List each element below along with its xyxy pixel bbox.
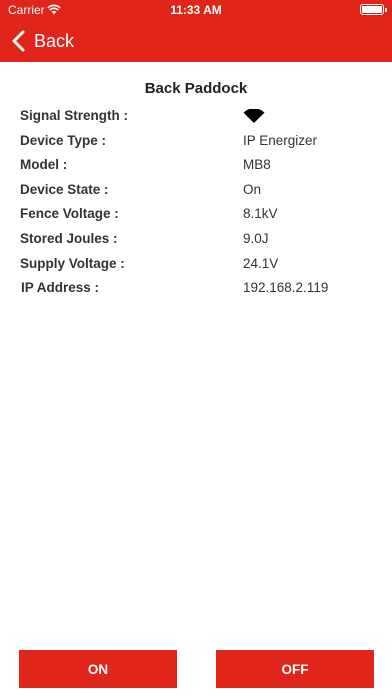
detail-row-stored-joules: Stored Joules : 9.0J [0, 227, 392, 252]
detail-value: On [243, 181, 262, 197]
status-time: 11:33 AM [170, 3, 222, 17]
battery-icon [360, 4, 387, 15]
chevron-left-icon [12, 30, 25, 52]
detail-value: MB8 [243, 157, 271, 173]
detail-label: Fence Voltage : [20, 206, 119, 222]
detail-label: Device State : [20, 181, 109, 197]
navigation-header: Carrier 11:33 AM Back [0, 0, 392, 62]
detail-value: 8.1kV [243, 206, 278, 222]
detail-row-device-state: Device State : On [0, 178, 392, 203]
detail-value: IP Energizer [243, 132, 318, 148]
detail-value: 9.0J [243, 230, 269, 246]
detail-row-supply-voltage: Supply Voltage : 24.1V [0, 252, 392, 277]
off-button[interactable]: OFF [216, 650, 374, 688]
detail-row-signal-strength: Signal Strength : [0, 104, 392, 129]
detail-row-model: Model : MB8 [0, 153, 392, 178]
back-label: Back [34, 30, 75, 51]
detail-value: 192.168.2.119 [243, 280, 329, 296]
detail-row-ip-address: IP Address : 192.168.2.119 [0, 276, 392, 301]
status-bar: Carrier 11:33 AM [0, 0, 392, 20]
detail-label: Model : [20, 157, 68, 173]
detail-label: Stored Joules : [20, 230, 118, 246]
wifi-signal-icon [243, 109, 265, 123]
detail-label: IP Address : [21, 280, 100, 296]
detail-label: Device Type : [20, 132, 107, 148]
detail-label: Supply Voltage : [20, 255, 125, 271]
detail-row-fence-voltage: Fence Voltage : 8.1kV [0, 202, 392, 227]
device-title: Back Paddock [144, 80, 248, 97]
back-button[interactable]: Back [10, 28, 74, 54]
detail-value: 24.1V [243, 255, 279, 271]
detail-row-device-type: Device Type : IP Energizer [0, 129, 392, 154]
on-button[interactable]: ON [19, 650, 177, 688]
detail-label: Signal Strength : [20, 108, 128, 123]
device-details: Signal Strength : Device Type : IP Energ… [0, 104, 392, 301]
